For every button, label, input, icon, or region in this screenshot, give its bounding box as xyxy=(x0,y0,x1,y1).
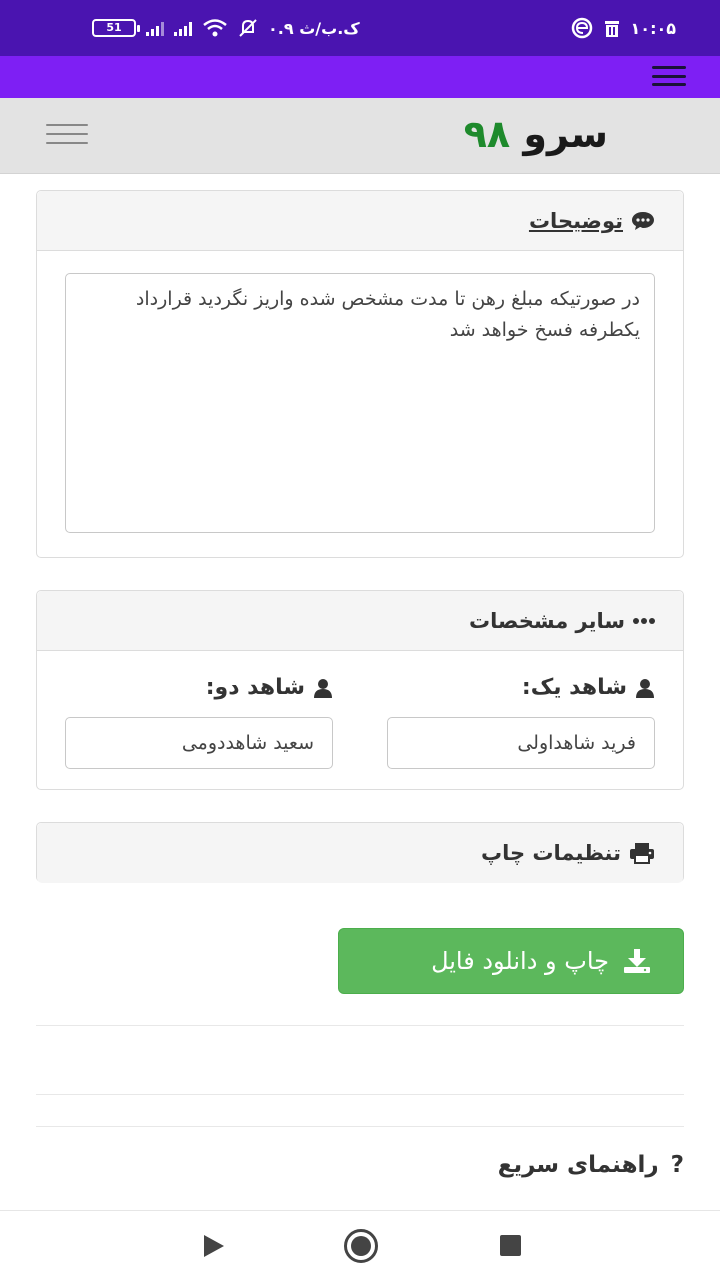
divider xyxy=(36,1025,684,1026)
notes-panel-header: توضیحات xyxy=(37,191,683,251)
menu-icon[interactable] xyxy=(652,66,686,86)
ellipsis-icon xyxy=(633,617,655,624)
top-bar xyxy=(0,56,720,98)
system-nav-bar xyxy=(0,1210,720,1280)
mute-icon xyxy=(239,19,257,37)
wifi-icon xyxy=(203,19,227,37)
quick-help-heading[interactable]: ? راهنمای سریع xyxy=(498,1152,684,1178)
notes-panel: توضیحات در صورتیکه مبلغ رهن تا مدت مشخص … xyxy=(36,190,684,558)
witness1-input[interactable] xyxy=(387,717,655,769)
logo-number: ۹۸ xyxy=(463,112,511,156)
logo-word: سرو xyxy=(523,112,608,156)
other-specs-title: سایر مشخصات xyxy=(469,608,625,633)
print-settings-panel[interactable]: تنظیمات چاپ xyxy=(36,822,684,883)
user-icon xyxy=(314,678,332,698)
nav-toggle-icon[interactable] xyxy=(46,124,88,144)
user-icon xyxy=(636,678,654,698)
trash-icon xyxy=(604,21,619,37)
clock: ۱۰:۰۵ xyxy=(630,18,676,38)
notes-title: توضیحات xyxy=(528,208,623,233)
comment-icon xyxy=(632,211,654,230)
other-specs-header: سایر مشخصات xyxy=(37,591,683,651)
witness2-label: شاهد دو: xyxy=(206,675,333,700)
status-right: ۱۰:۰۵ xyxy=(571,14,676,42)
divider xyxy=(36,1126,684,1127)
divider xyxy=(36,1094,684,1095)
home-icon[interactable] xyxy=(344,1229,378,1263)
question-icon: ? xyxy=(670,1152,684,1178)
printer-icon xyxy=(630,843,654,864)
site-header: سرو ۹۸ xyxy=(0,98,720,174)
notes-textarea[interactable]: در صورتیکه مبلغ رهن تا مدت مشخص شده واری… xyxy=(65,273,655,533)
witness2-label-text: شاهد دو: xyxy=(205,675,305,700)
print-settings-title: تنظیمات چاپ xyxy=(481,841,621,865)
browser-icon xyxy=(571,17,592,39)
other-specs-panel: سایر مشخصات شاهد یک: شاهد دو: xyxy=(36,590,684,790)
battery-icon: 51 xyxy=(92,19,140,37)
print-download-button[interactable]: چاپ و دانلود فایل xyxy=(338,928,684,994)
witness2-input[interactable] xyxy=(65,717,333,769)
signal-icon xyxy=(174,20,192,36)
recent-apps-icon[interactable] xyxy=(500,1235,521,1256)
download-icon xyxy=(624,949,650,973)
back-icon[interactable] xyxy=(204,1235,224,1257)
witness1-label: شاهد یک: xyxy=(522,675,655,700)
signal-icon xyxy=(146,20,164,36)
network-speed: ۰.۹ ک.ب/ث xyxy=(268,18,360,38)
download-button-label: چاپ و دانلود فایل xyxy=(431,947,609,975)
status-bar: 51 ۰.۹ ک.ب/ث ۱۰:۰۵ xyxy=(0,0,720,56)
witness1-label-text: شاهد یک: xyxy=(521,675,627,700)
quick-help-title: راهنمای سریع xyxy=(497,1152,659,1178)
site-logo[interactable]: سرو ۹۸ xyxy=(464,112,608,156)
status-left: 51 ۰.۹ ک.ب/ث xyxy=(92,14,360,42)
battery-level: 51 xyxy=(106,21,122,34)
print-settings-header[interactable]: تنظیمات چاپ xyxy=(37,823,683,883)
